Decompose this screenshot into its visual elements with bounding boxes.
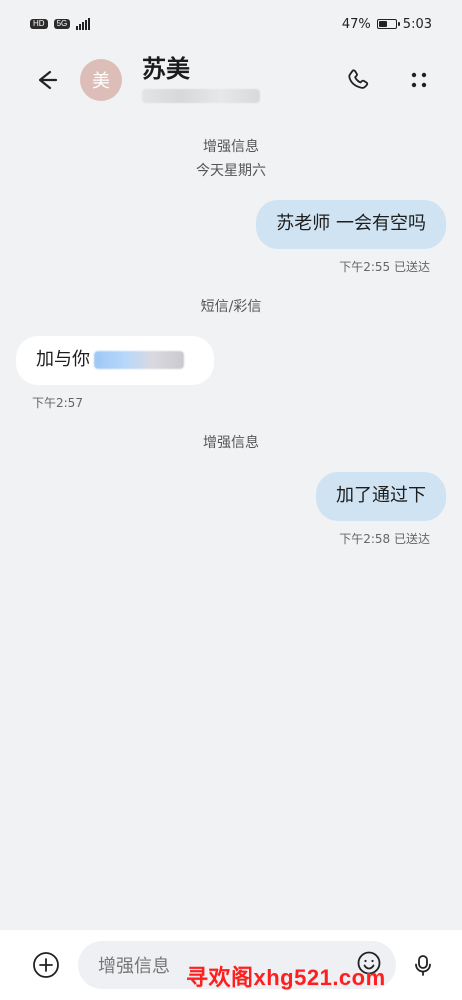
plus-circle-icon [33, 952, 59, 978]
message-bubble-outgoing[interactable]: 苏老师 一会有空吗 [256, 200, 446, 249]
conversation-header: 美 苏美 [0, 50, 462, 110]
header-actions [340, 63, 436, 97]
message-meta: 下午2:57 [32, 396, 83, 410]
chat-area[interactable]: 增强信息 今天星期六 苏老师 一会有空吗 下午2:55 已送达 短信/彩信 加与… [0, 112, 462, 930]
hd-badge: HD [30, 19, 48, 29]
call-button[interactable] [340, 63, 374, 97]
more-button[interactable] [402, 63, 436, 97]
message-text: 苏老师 一会有空吗 [276, 213, 426, 234]
redacted-content [94, 351, 184, 369]
channel-label: 增强信息 [203, 139, 259, 155]
avatar[interactable]: 美 [80, 59, 122, 101]
phone-icon [348, 69, 369, 89]
contact-number-redacted [142, 88, 260, 103]
status-right: 47% 5:03 [342, 17, 432, 32]
more-vertical-icon [411, 72, 427, 88]
message-meta: 下午2:55 已送达 [339, 260, 430, 274]
message-text: 加与你 [36, 349, 90, 370]
message-meta: 下午2:58 已送达 [339, 532, 430, 546]
battery-icon [376, 19, 400, 29]
message-bubble-incoming[interactable]: 加与你 [16, 336, 214, 385]
message-bubble-outgoing[interactable]: 加了通过下 [316, 472, 446, 521]
network-badge: 5G [53, 19, 71, 29]
message-text: 加了通过下 [336, 485, 426, 506]
voice-button[interactable] [406, 948, 440, 982]
back-arrow-icon [38, 70, 58, 90]
status-bar: HD 5G 47% 5:03 [0, 0, 462, 48]
channel-label: 短信/彩信 [200, 299, 262, 315]
battery-fill [378, 21, 387, 27]
contact-block[interactable]: 苏美 [142, 55, 340, 103]
mic-icon [415, 955, 431, 976]
signal-icon [76, 18, 91, 30]
channel-label: 增强信息 [203, 435, 259, 451]
status-left: HD 5G [30, 18, 91, 30]
status-time: 5:03 [402, 16, 432, 32]
battery-percent: 47% [341, 16, 371, 32]
contact-name: 苏美 [142, 55, 190, 84]
watermark-text: 寻欢阁xhg521.com [186, 965, 386, 990]
day-label: 今天星期六 [196, 163, 266, 179]
attach-button[interactable] [22, 941, 70, 989]
back-button[interactable] [26, 60, 66, 100]
